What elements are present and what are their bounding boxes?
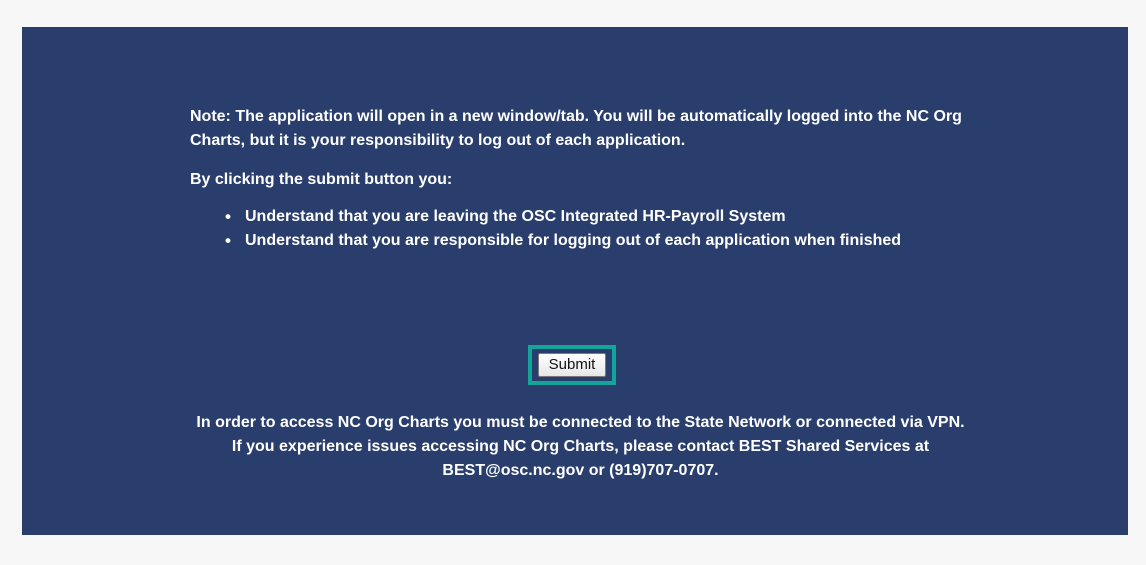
submit-highlight: Submit xyxy=(528,345,616,385)
acknowledgement-logout-responsibility: Understand that you are responsible for … xyxy=(225,229,945,253)
acknowledgement-list: Understand that you are leaving the OSC … xyxy=(190,205,970,253)
page-background: Note: The application will open in a new… xyxy=(0,0,1146,565)
acknowledgement-leaving-system: Understand that you are leaving the OSC … xyxy=(225,205,970,229)
new-window-note: Note: The application will open in a new… xyxy=(190,108,962,149)
access-instructions: Note: The application will open in a new… xyxy=(190,105,970,253)
submit-intro: By clicking the submit button you: xyxy=(190,171,453,188)
access-requirements: In order to access NC Org Charts you mus… xyxy=(168,411,993,483)
network-requirement-text: In order to access NC Org Charts you mus… xyxy=(196,414,965,431)
org-charts-access-panel: Note: The application will open in a new… xyxy=(22,27,1128,535)
submit-button[interactable]: Submit xyxy=(538,353,606,377)
support-contact-text: If you experience issues accessing NC Or… xyxy=(231,438,930,479)
